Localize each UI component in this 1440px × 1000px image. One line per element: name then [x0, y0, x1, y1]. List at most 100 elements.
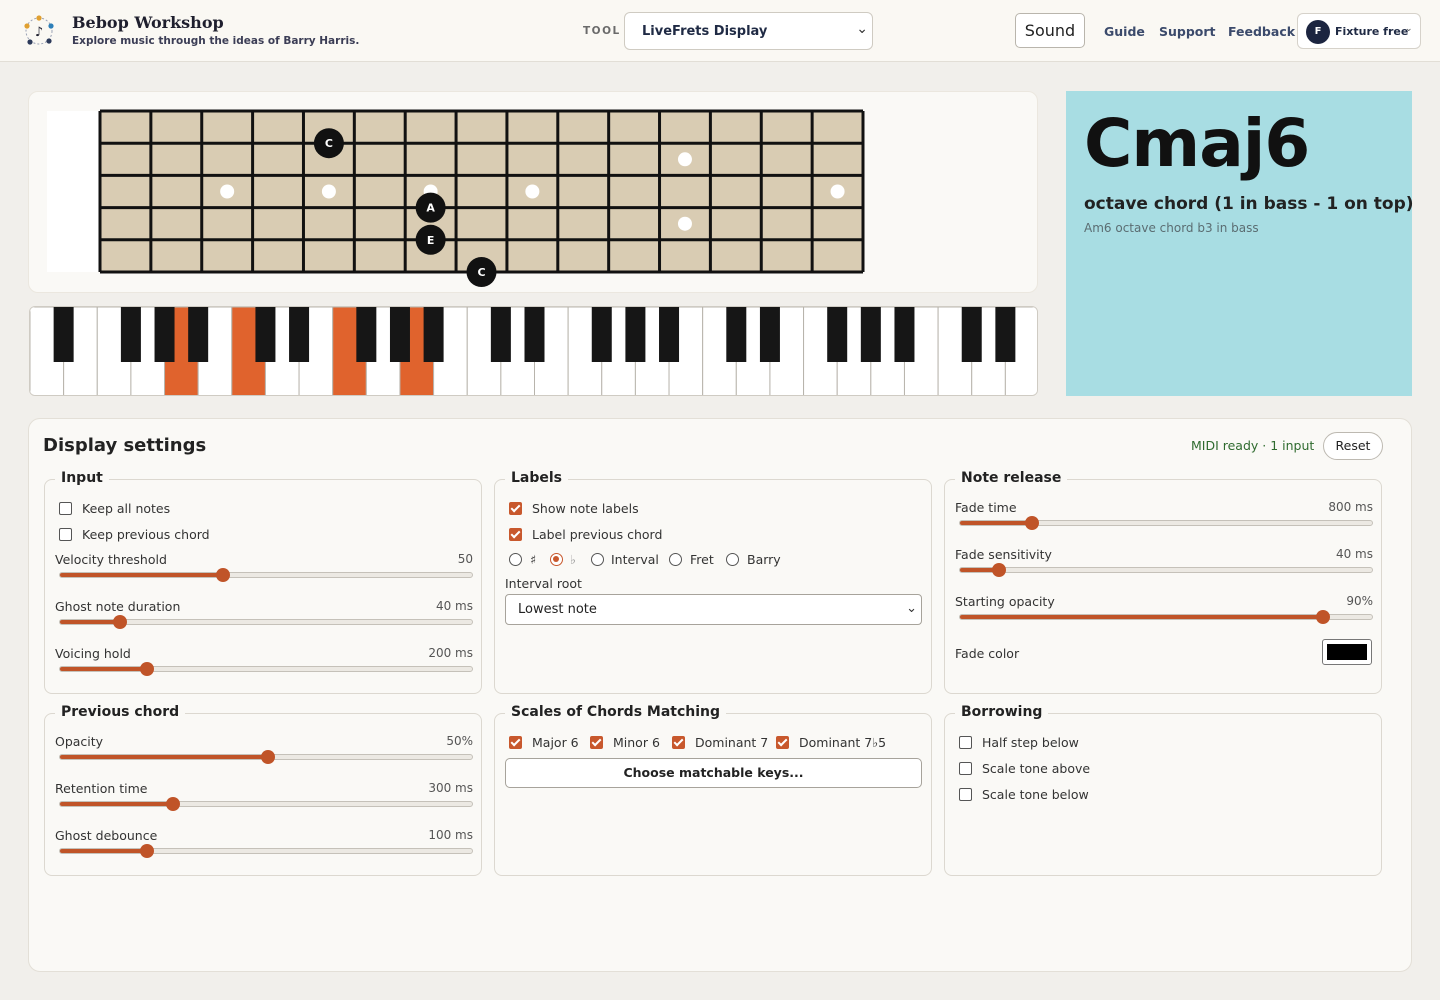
slider-thumb[interactable] — [139, 844, 154, 858]
fade-sensitivity-slider[interactable]: Fade sensitivity 40 ms — [955, 547, 1373, 587]
piano-black-key[interactable] — [961, 307, 982, 362]
checkbox-label: Half step below — [982, 735, 1079, 750]
slider-thumb[interactable] — [112, 615, 127, 629]
slider-thumb[interactable] — [1025, 516, 1040, 530]
piano-black-key[interactable] — [389, 307, 410, 362]
nav-guide-link[interactable]: Guide — [1104, 24, 1145, 39]
fretboard[interactable]: C A E C — [29, 92, 1039, 294]
piano-black-key[interactable] — [827, 307, 848, 362]
piano-black-key[interactable] — [423, 307, 444, 362]
sharp-radio[interactable] — [509, 553, 522, 566]
piano-black-key[interactable] — [356, 307, 377, 362]
piano-black-key[interactable] — [120, 307, 141, 362]
slider-value: 100 ms — [428, 828, 473, 842]
slider-fill — [60, 802, 174, 806]
slider-fill — [960, 521, 1033, 525]
voicing-hold-slider[interactable]: Voicing hold 200 ms — [55, 646, 473, 686]
slider-label: Starting opacity — [955, 594, 1055, 609]
slider-thumb[interactable] — [1315, 610, 1330, 624]
radio-label: ♭ — [570, 552, 576, 567]
slider-value: 50% — [446, 734, 473, 748]
chord-description: octave chord (1 in bass - 1 on top) — [1084, 194, 1414, 214]
borrowing-legend: Borrowing — [955, 704, 1049, 720]
sound-button[interactable]: Sound — [1015, 13, 1085, 48]
nav-support-link[interactable]: Support — [1159, 24, 1216, 39]
interval-radio[interactable] — [591, 553, 604, 566]
account-menu-button[interactable]: F Fixture free ⌄ — [1297, 13, 1421, 49]
piano-black-key[interactable] — [289, 307, 310, 362]
slider-fill — [960, 615, 1323, 619]
piano-black-key[interactable] — [255, 307, 276, 362]
slider-fill — [60, 849, 147, 853]
note-label: C — [477, 266, 485, 279]
piano-keyboard[interactable] — [29, 306, 1038, 396]
choose-matchable-keys-button[interactable]: Choose matchable keys... — [505, 758, 922, 788]
fret-radio[interactable] — [669, 553, 682, 566]
checkbox-box — [672, 736, 685, 749]
starting-opacity-slider[interactable]: Starting opacity 90% — [955, 594, 1373, 634]
slider-thumb[interactable] — [215, 568, 230, 582]
slider-track[interactable] — [59, 568, 473, 582]
velocity-threshold-slider[interactable]: Velocity threshold 50 — [55, 552, 473, 592]
input-legend: Input — [55, 470, 109, 486]
slider-label: Fade time — [955, 500, 1017, 515]
slider-value: 300 ms — [428, 781, 473, 795]
slider-thumb[interactable] — [992, 563, 1007, 577]
interval-root-label: Interval root — [505, 576, 582, 591]
interval-root-select[interactable]: Lowest note ⌄ — [505, 594, 922, 625]
slider-track[interactable] — [59, 844, 473, 858]
piano-black-key[interactable] — [894, 307, 915, 362]
ghost-note-duration-slider[interactable]: Ghost note duration 40 ms — [55, 599, 473, 639]
piano-black-key[interactable] — [524, 307, 545, 362]
piano-black-key[interactable] — [591, 307, 612, 362]
piano-black-key[interactable] — [759, 307, 780, 362]
tool-select[interactable]: LiveFrets Display ⌄ — [624, 12, 873, 50]
piano-black-key[interactable] — [188, 307, 209, 362]
slider-track[interactable] — [59, 615, 473, 629]
checkbox-label: Keep previous chord — [82, 527, 210, 542]
slider-thumb[interactable] — [261, 750, 276, 764]
bebop-logo-icon[interactable]: ♪ — [22, 14, 56, 48]
slider-value: 40 ms — [1335, 547, 1373, 561]
piano-black-key[interactable] — [659, 307, 680, 362]
slider-track[interactable] — [959, 610, 1373, 624]
piano-black-key[interactable] — [53, 307, 74, 362]
slider-track[interactable] — [959, 516, 1373, 530]
tool-label: TOOL — [583, 25, 621, 37]
checkbox-label: Dominant 7 — [695, 735, 769, 750]
slider-thumb[interactable] — [139, 662, 154, 676]
radio-label: Interval — [611, 552, 659, 567]
piano-black-key[interactable] — [995, 307, 1016, 362]
fade-color-picker[interactable] — [1322, 639, 1372, 665]
avatar: F — [1306, 20, 1330, 44]
piano-black-key[interactable] — [860, 307, 881, 362]
slider-label: Opacity — [55, 734, 104, 749]
retention-time-slider[interactable]: Retention time 300 ms — [55, 781, 473, 821]
note-label: E — [427, 234, 435, 247]
slider-track[interactable] — [59, 662, 473, 676]
barry-radio[interactable] — [726, 553, 739, 566]
piano-black-key[interactable] — [625, 307, 646, 362]
previous-chord-group: Previous chord Opacity 50% Retention tim… — [44, 704, 482, 876]
slider-track[interactable] — [959, 563, 1373, 577]
checkbox-box — [509, 528, 522, 541]
fade-time-slider[interactable]: Fade time 800 ms — [955, 500, 1373, 540]
flat-radio[interactable] — [550, 553, 563, 566]
slider-track[interactable] — [59, 797, 473, 811]
slider-track[interactable] — [59, 750, 473, 764]
display-settings-panel: Display settings MIDI ready · 1 input Re… — [28, 418, 1412, 972]
reset-button[interactable]: Reset — [1323, 432, 1383, 460]
checkbox-box — [509, 502, 522, 515]
slider-thumb[interactable] — [166, 797, 181, 811]
account-name: Fixture free — [1335, 25, 1409, 38]
radio-label: ♯ — [530, 552, 537, 567]
checkbox-box — [959, 762, 972, 775]
nav-feedback-link[interactable]: Feedback — [1228, 24, 1295, 39]
piano-black-key[interactable] — [490, 307, 511, 362]
opacity-slider[interactable]: Opacity 50% — [55, 734, 473, 774]
ghost-debounce-slider[interactable]: Ghost debounce 100 ms — [55, 828, 473, 868]
labels-legend: Labels — [505, 470, 569, 486]
piano-black-key[interactable] — [154, 307, 175, 362]
chevron-down-icon: ⌄ — [906, 601, 917, 616]
piano-black-key[interactable] — [726, 307, 747, 362]
